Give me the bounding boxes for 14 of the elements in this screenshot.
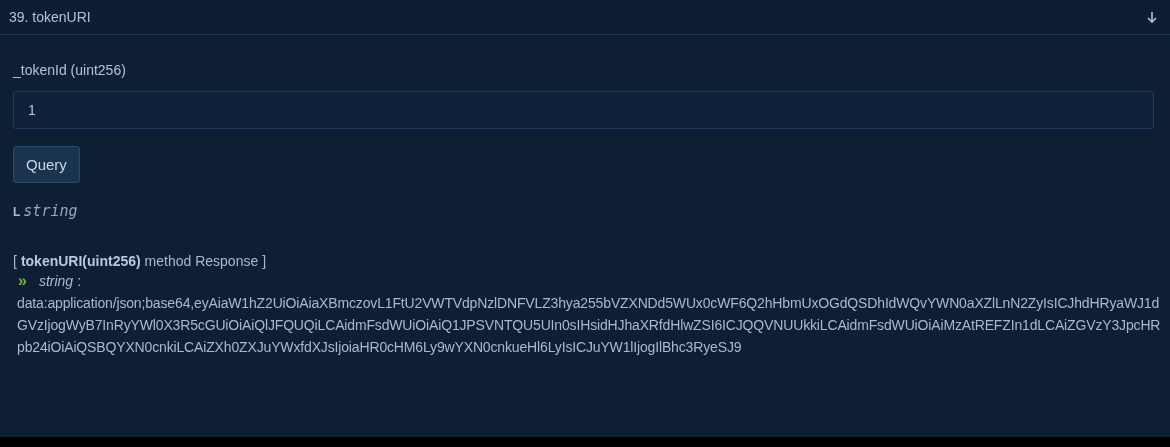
input-label: _tokenId (uint256): [13, 62, 126, 78]
response-type: string: [38, 272, 74, 291]
output-marker: L: [13, 205, 21, 219]
token-id-field[interactable]: 1: [13, 91, 1154, 129]
output-type: string: [23, 202, 78, 220]
response-value: data:application/json;base64,eyAiaW1hZ2UiOiAiaXBmczovL1FtU2VWTVdpNzlDNFVLZ3hya255bVZXNDd5WUx0cWF6Q2hHbmUxOGdQSDhIdWQvYWN0aXZlLnN2ZyIsICJhdHRyaWJ1dGVzIjogWyB7InRyYWl0X3R5cGUiOiAiQlJFQUQiLCAidmFsdWUiOiAiQ1JPSVNTQU5UIn0sIHsidHJhaXRfdHlwZSI6ICJQQVNUUkkiLCAidmFsdWUiOiAiMzAtREFZIn1dLCAiZGVzY3JpcHRpb24iOiAiQSBQYXN0cnkiLCAiZXh0ZXJuYWxfdXJsIjoiaHR0cHM6Ly9wYXN0cnkueHl6LyIsICJuYW1lIjogIlBhc3RyeSJ9: [16, 294, 1162, 357]
response-title: tokenURI(uint256) method Response: [20, 252, 259, 271]
section-title: 39. tokenURI: [9, 9, 91, 25]
query-button[interactable]: Query: [13, 146, 80, 183]
chevron-marker: »: [18, 271, 27, 290]
separator: :: [77, 272, 82, 291]
bracket-open: [: [13, 252, 17, 271]
arrow-down-icon[interactable]: [1147, 11, 1157, 23]
bracket-close: ]: [262, 252, 267, 271]
